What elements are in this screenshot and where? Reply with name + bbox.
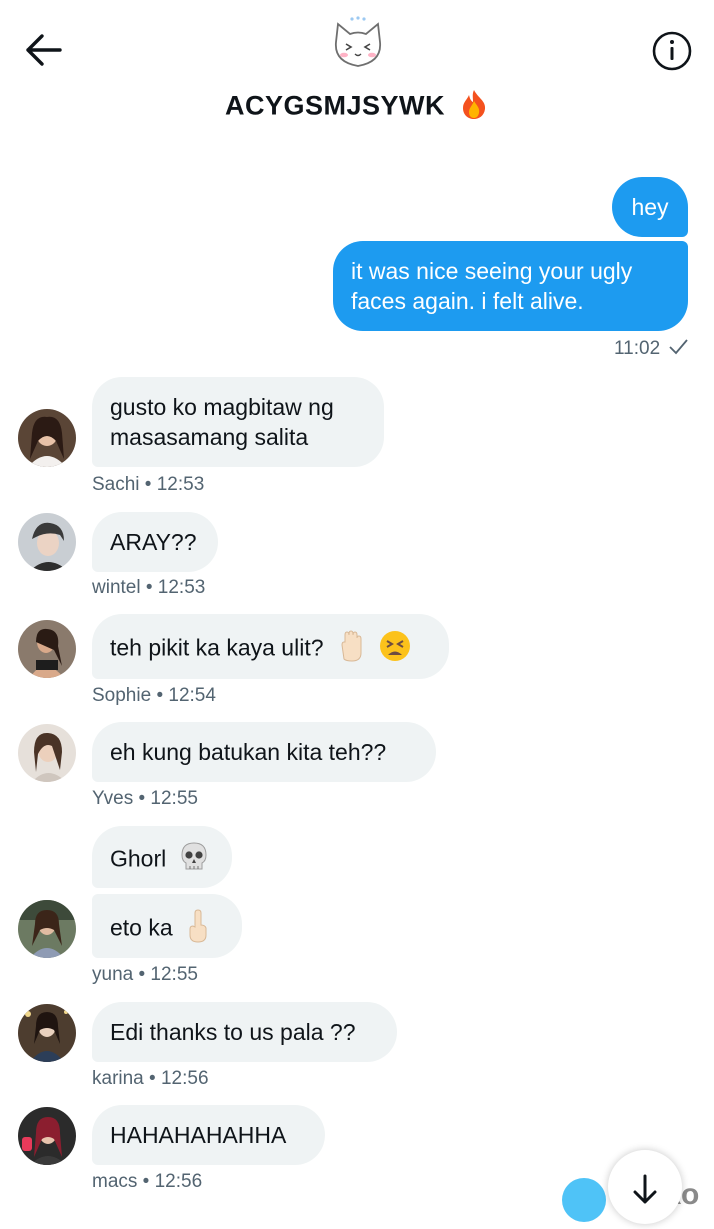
- outgoing-message-bubble[interactable]: hey: [612, 177, 688, 237]
- sender-avatar-yuna[interactable]: [18, 900, 76, 958]
- message-text: hey: [631, 194, 669, 220]
- middle-finger-emoji: [185, 909, 211, 950]
- sender-meta: Sachi • 12:53: [92, 474, 205, 495]
- incoming-message-bubble[interactable]: teh pikit ka kaya ulit?: [92, 614, 449, 679]
- timestamp-text: 11:02: [614, 338, 661, 359]
- message-text: eh kung batukan kita teh??: [110, 739, 387, 765]
- sender-meta: wintel • 12:53: [92, 577, 206, 598]
- skull-emoji: [179, 841, 209, 880]
- sender-avatar-sachi[interactable]: [18, 409, 76, 467]
- outgoing-message-bubble[interactable]: it was nice seeing your ugly faces again…: [333, 241, 688, 331]
- message-text: Ghorl: [110, 845, 167, 872]
- info-icon: [652, 31, 692, 71]
- incoming-message-bubble[interactable]: gusto ko magbitaw ng masasamang salita: [92, 377, 384, 467]
- scroll-to-bottom-button[interactable]: [608, 1150, 682, 1224]
- incoming-message-bubble[interactable]: Edi thanks to us pala ??: [92, 1002, 397, 1062]
- sender-avatar-sophie[interactable]: [18, 620, 76, 678]
- message-text: Edi thanks to us pala ??: [110, 1019, 356, 1045]
- check-icon: [669, 339, 689, 355]
- incoming-message-bubble[interactable]: Ghorl: [92, 826, 232, 888]
- incoming-message-bubble[interactable]: eh kung batukan kita teh??: [92, 722, 436, 782]
- back-button[interactable]: [20, 28, 68, 72]
- sender-avatar-yves[interactable]: [18, 724, 76, 782]
- incoming-message-bubble[interactable]: ARAY??: [92, 512, 218, 572]
- tired-face-emoji: [378, 629, 412, 670]
- raised-hand-emoji: [336, 629, 370, 670]
- group-avatar[interactable]: [326, 14, 390, 78]
- conversation-title-text: ACYGSMJSYWK: [224, 90, 445, 121]
- arrow-down-icon: [633, 1174, 657, 1204]
- message-text: teh pikit ka kaya ulit?: [110, 634, 324, 661]
- incoming-message-bubble[interactable]: HAHAHAHAHHA: [92, 1105, 325, 1165]
- incoming-message-bubble[interactable]: eto ka: [92, 894, 242, 958]
- message-timestamp: 11:02: [614, 338, 689, 360]
- arrow-left-icon: [26, 34, 62, 66]
- message-text: eto ka: [110, 914, 173, 941]
- sender-avatar-wintel[interactable]: [18, 513, 76, 571]
- sender-meta: yuna • 12:55: [92, 964, 198, 985]
- message-text: gusto ko magbitaw ng masasamang salita: [110, 394, 334, 450]
- sender-avatar-karina[interactable]: [18, 1004, 76, 1062]
- message-text: it was nice seeing your ugly faces again…: [351, 258, 633, 314]
- sender-meta: macs • 12:56: [92, 1171, 203, 1192]
- watermark-logo-icon: [562, 1178, 606, 1222]
- fire-emoji: [459, 88, 489, 127]
- message-text: HAHAHAHAHHA: [110, 1122, 287, 1148]
- cat-face-icon: [335, 16, 381, 67]
- message-text: ARAY??: [110, 529, 197, 555]
- info-button[interactable]: [648, 27, 696, 75]
- sender-avatar-macs[interactable]: [18, 1107, 76, 1165]
- conversation-title: ACYGSMJSYWK: [0, 88, 714, 127]
- sender-meta: karina • 12:56: [92, 1068, 209, 1089]
- sender-meta: Sophie • 12:54: [92, 685, 216, 706]
- sender-meta: Yves • 12:55: [92, 788, 198, 809]
